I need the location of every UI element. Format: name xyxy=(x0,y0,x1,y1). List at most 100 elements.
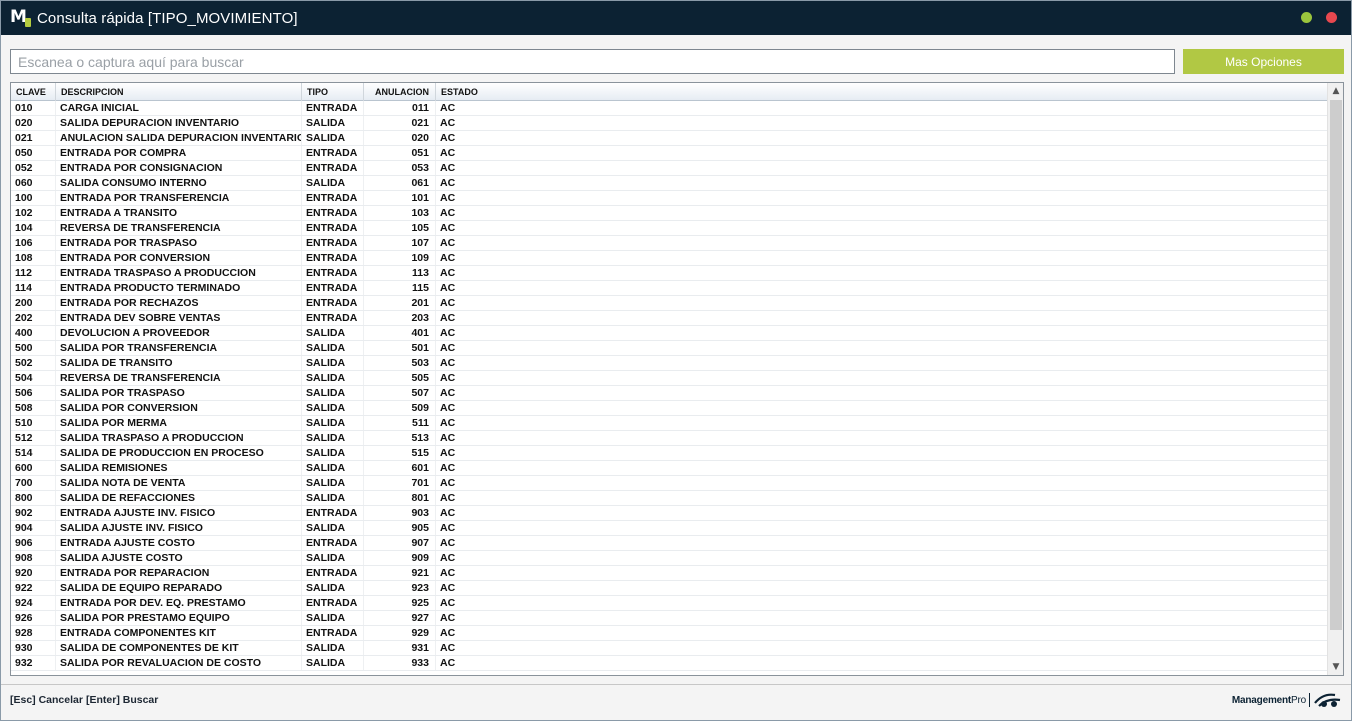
table-row[interactable]: 100 ENTRADA POR TRANSFERENCIA ENTRADA 101 AC xyxy=(11,191,1327,206)
table-row[interactable]: 902 ENTRADA AJUSTE INV. FISICO ENTRADA 903 A… xyxy=(11,506,1327,521)
cell-anulacion: 113 xyxy=(364,266,436,280)
cell-descripcion: ENTRADA POR CONSIGNACION xyxy=(56,161,302,175)
brand-name-main: Management xyxy=(1231,694,1292,706)
cell-estado: AC xyxy=(440,582,456,594)
cell-tipo: ENTRADA xyxy=(302,221,364,235)
table-row[interactable]: 930 SALIDA DE COMPONENTES DE KIT SALIDA 931… xyxy=(11,641,1327,656)
cell-anulacion: 925 xyxy=(364,596,436,610)
table-row[interactable]: 021 ANULACION SALIDA DEPURACION INVENTARI… xyxy=(11,131,1327,146)
table-row[interactable]: 700 SALIDA NOTA DE VENTA SALIDA 701 AC xyxy=(11,476,1327,491)
cell-tipo: ENTRADA xyxy=(302,626,364,640)
cell-descripcion: CARGA INICIAL xyxy=(56,101,302,115)
cell-descripcion: SALIDA AJUSTE COSTO xyxy=(56,551,302,565)
table-row[interactable]: 922 SALIDA DE EQUIPO REPARADO SALIDA 923 AC xyxy=(11,581,1327,596)
table-row[interactable]: 926 SALIDA POR PRESTAMO EQUIPO SALIDA 927 AC xyxy=(11,611,1327,626)
table-row[interactable]: 906 ENTRADA AJUSTE COSTO ENTRADA 907 AC xyxy=(11,536,1327,551)
table-row[interactable]: 928 ENTRADA COMPONENTES KIT ENTRADA 929 AC xyxy=(11,626,1327,641)
cell-estado: AC xyxy=(440,417,456,429)
cell-estado: AC xyxy=(440,117,456,129)
table-row[interactable]: 800 SALIDA DE REFACCIONES SALIDA 801 AC xyxy=(11,491,1327,506)
status-bar: [Esc] Cancelar [Enter] Buscar Management… xyxy=(1,684,1351,720)
cell-estado: AC xyxy=(440,477,456,489)
window-controls xyxy=(1301,12,1337,23)
table-row[interactable]: 508 SALIDA POR CONVERSION SALIDA 509 AC xyxy=(11,401,1327,416)
scroll-up-icon[interactable]: ▲ xyxy=(1328,83,1343,99)
cell-anulacion: 505 xyxy=(364,371,436,385)
cell-tipo: SALIDA xyxy=(302,371,364,385)
cell-clave: 928 xyxy=(11,626,56,640)
table-row[interactable]: 052 ENTRADA POR CONSIGNACION ENTRADA 053 AC xyxy=(11,161,1327,176)
table-row[interactable]: 020 SALIDA DEPURACION INVENTARIO SALIDA 021… xyxy=(11,116,1327,131)
cell-tipo: ENTRADA xyxy=(302,161,364,175)
table-row[interactable]: 908 SALIDA AJUSTE COSTO SALIDA 909 AC xyxy=(11,551,1327,566)
esc-cancel-hint: [Esc] Cancelar xyxy=(10,694,83,706)
table-row[interactable]: 104 REVERSA DE TRANSFERENCIA ENTRADA 105 AC xyxy=(11,221,1327,236)
column-header-anulacion[interactable]: ANULACION xyxy=(364,83,436,101)
cell-estado: AC xyxy=(440,522,456,534)
table-row[interactable]: 102 ENTRADA A TRANSITO ENTRADA 103 AC xyxy=(11,206,1327,221)
table-row[interactable]: 502 SALIDA DE TRANSITO SALIDA 503 AC xyxy=(11,356,1327,371)
cell-estado: AC xyxy=(440,537,456,549)
table-row[interactable]: 920 ENTRADA POR REPARACION ENTRADA 921 AC xyxy=(11,566,1327,581)
table-row[interactable]: 114 ENTRADA PRODUCTO TERMINADO ENTRADA 115 A… xyxy=(11,281,1327,296)
cell-descripcion: SALIDA REMISIONES xyxy=(56,461,302,475)
cell-clave: 510 xyxy=(11,416,56,430)
cell-estado: AC xyxy=(440,237,456,249)
cell-anulacion: 051 xyxy=(364,146,436,160)
table-row[interactable]: 010 CARGA INICIAL ENTRADA 011 AC xyxy=(11,101,1327,116)
cell-tipo: ENTRADA xyxy=(302,266,364,280)
minimize-icon[interactable] xyxy=(1301,12,1312,23)
table-row[interactable]: 500 SALIDA POR TRANSFERENCIA SALIDA 501 AC xyxy=(11,341,1327,356)
cell-clave: 050 xyxy=(11,146,56,160)
table-row[interactable]: 512 SALIDA TRASPASO A PRODUCCION SALIDA 513… xyxy=(11,431,1327,446)
scroll-down-icon[interactable]: ▼ xyxy=(1328,659,1343,675)
cell-descripcion: SALIDA DE PRODUCCION EN PROCESO xyxy=(56,446,302,460)
cell-estado: AC xyxy=(440,312,456,324)
table-row[interactable]: 506 SALIDA POR TRASPASO SALIDA 507 AC xyxy=(11,386,1327,401)
column-header-estado[interactable]: ESTADO xyxy=(436,83,1327,101)
cell-tipo: SALIDA xyxy=(302,476,364,490)
brand-mark-icon xyxy=(1314,693,1341,707)
table-row[interactable]: 112 ENTRADA TRASPASO A PRODUCCION ENTRADA 1… xyxy=(11,266,1327,281)
table-row[interactable]: 400 DEVOLUCION A PROVEEDOR SALIDA 401 AC xyxy=(11,326,1327,341)
search-input[interactable] xyxy=(10,49,1175,74)
table-row[interactable]: 510 SALIDA POR MERMA SALIDA 511 AC xyxy=(11,416,1327,431)
cell-anulacion: 907 xyxy=(364,536,436,550)
brand-name: ManagementPro xyxy=(1232,695,1306,706)
table-row[interactable]: 924 ENTRADA POR DEV. EQ. PRESTAMO ENTRADA 9… xyxy=(11,596,1327,611)
column-header-tipo[interactable]: TIPO xyxy=(302,83,364,101)
table-row[interactable]: 904 SALIDA AJUSTE INV. FISICO SALIDA 905 AC xyxy=(11,521,1327,536)
brand-logo: ManagementPro xyxy=(1232,689,1343,711)
table-row[interactable]: 514 SALIDA DE PRODUCCION EN PROCESO SALIDA… xyxy=(11,446,1327,461)
brand-name-suffix: Pro xyxy=(1291,694,1306,706)
cell-clave: 512 xyxy=(11,431,56,445)
cell-estado: AC xyxy=(440,267,456,279)
table-row[interactable]: 200 ENTRADA POR RECHAZOS ENTRADA 201 AC xyxy=(11,296,1327,311)
cell-estado: AC xyxy=(440,657,456,669)
window-title: Consulta rápida [TIPO_MOVIMIENTO] xyxy=(37,9,298,27)
cell-descripcion: ANULACION SALIDA DEPURACION INVENTARIO xyxy=(56,131,302,145)
column-header-descripcion[interactable]: DESCRIPCION xyxy=(56,83,302,101)
table-row[interactable]: 106 ENTRADA POR TRASPASO ENTRADA 107 AC xyxy=(11,236,1327,251)
table-row[interactable]: 202 ENTRADA DEV SOBRE VENTAS ENTRADA 203 AC xyxy=(11,311,1327,326)
table-row[interactable]: 108 ENTRADA POR CONVERSION ENTRADA 109 AC xyxy=(11,251,1327,266)
app-logo-icon: M xyxy=(10,7,31,27)
scrollbar-thumb[interactable] xyxy=(1330,100,1342,630)
title-bar[interactable]: M Consulta rápida [TIPO_MOVIMIENTO] xyxy=(1,1,1351,35)
table-row[interactable]: 932 SALIDA POR REVALUACION DE COSTO SALIDA… xyxy=(11,656,1327,671)
more-options-button[interactable]: Mas Opciones xyxy=(1183,49,1344,74)
cell-estado: AC xyxy=(440,402,456,414)
enter-search-hint: [Enter] Buscar xyxy=(86,694,159,706)
close-icon[interactable] xyxy=(1326,12,1337,23)
vertical-scrollbar[interactable]: ▲ ▼ xyxy=(1327,83,1343,675)
column-header-clave[interactable]: CLAVE xyxy=(11,83,56,101)
cell-tipo: SALIDA xyxy=(302,116,364,130)
cell-anulacion: 203 xyxy=(364,311,436,325)
cell-anulacion: 021 xyxy=(364,116,436,130)
cell-descripcion: SALIDA DE TRANSITO xyxy=(56,356,302,370)
table-row[interactable]: 050 ENTRADA POR COMPRA ENTRADA 051 AC xyxy=(11,146,1327,161)
table-row[interactable]: 600 SALIDA REMISIONES SALIDA 601 AC xyxy=(11,461,1327,476)
table-row[interactable]: 504 REVERSA DE TRANSFERENCIA SALIDA 505 AC xyxy=(11,371,1327,386)
table-row[interactable]: 060 SALIDA CONSUMO INTERNO SALIDA 061 AC xyxy=(11,176,1327,191)
cell-anulacion: 061 xyxy=(364,176,436,190)
